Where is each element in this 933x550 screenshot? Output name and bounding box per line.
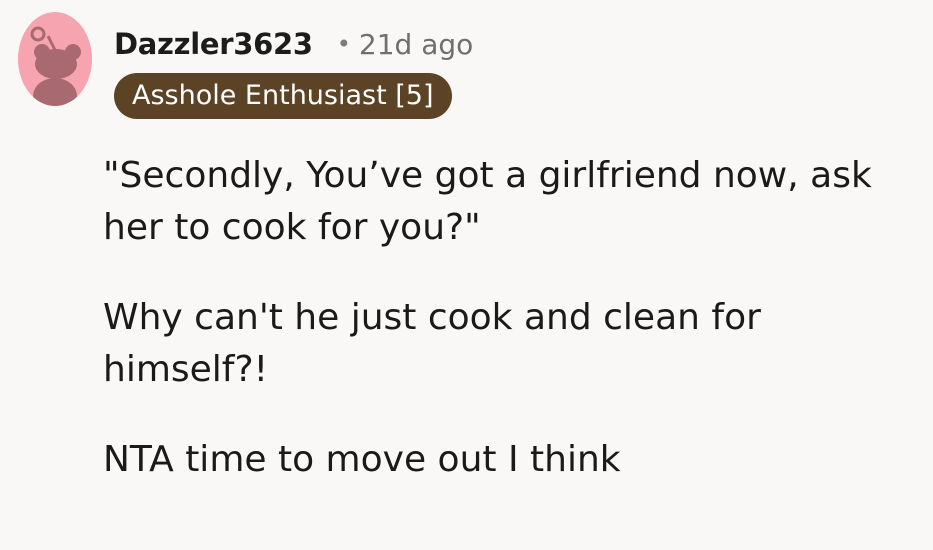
user-flair-badge: Asshole Enthusiast [5] <box>114 73 452 119</box>
comment-paragraph: NTA time to move out I think <box>103 439 621 480</box>
timestamp[interactable]: 21d ago <box>359 28 473 61</box>
snoo-avatar-icon <box>18 22 92 106</box>
separator-dot: • <box>336 30 351 58</box>
comment: Dazzler3623 • 21d ago Asshole Enthusiast… <box>0 0 933 550</box>
user-avatar[interactable] <box>18 12 92 106</box>
username-link[interactable]: Dazzler3623 <box>114 27 313 61</box>
comment-paragraph: Why can't he just cook and clean for him… <box>103 297 761 390</box>
comment-body: "Secondly, You’ve got a girlfriend now, … <box>103 150 908 524</box>
comment-paragraph: "Secondly, You’ve got a girlfriend now, … <box>103 155 872 248</box>
comment-header: Dazzler3623 • 21d ago <box>114 22 473 66</box>
